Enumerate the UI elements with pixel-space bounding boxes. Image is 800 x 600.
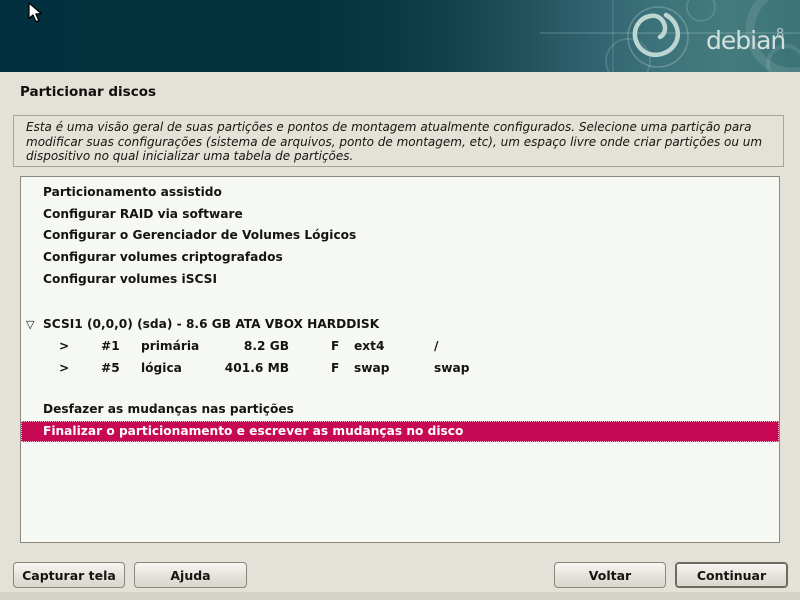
list-item-configure-encrypted[interactable]: Configurar volumes criptografados — [21, 250, 779, 270]
brand-logo-text: debian — [706, 26, 785, 56]
list-item-configure-iscsi[interactable]: Configurar volumes iSCSI — [21, 272, 779, 292]
list-item-partition-5[interactable]: > #5 lógica 401.6 MB F swap swap — [21, 361, 779, 381]
partition-size: 8.2 GB — [179, 339, 289, 354]
continue-button[interactable]: Continuar — [675, 562, 788, 588]
list-item-finish-partitioning[interactable]: Finalizar o particionamento e escrever a… — [21, 421, 779, 442]
partition-marker-icon: > — [59, 361, 69, 376]
partition-flag: F — [331, 339, 339, 354]
installer-window: debian 8 Particionar discos Esta é uma v… — [0, 0, 800, 600]
list-item-undo-changes[interactable]: Desfazer as mudanças nas partições — [21, 402, 779, 422]
brand-version: 8 — [776, 27, 784, 42]
list-item-configure-lvm[interactable]: Configurar o Gerenciador de Volumes Lógi… — [21, 228, 779, 248]
description-box: Esta é uma visão geral de suas partições… — [13, 115, 784, 167]
list-item-assisted-partitioning[interactable]: Particionamento assistido — [21, 185, 779, 205]
back-button[interactable]: Voltar — [554, 562, 666, 588]
partition-filesystem: ext4 — [354, 339, 384, 354]
help-button[interactable]: Ajuda — [134, 562, 247, 588]
partition-list: Particionamento assistido Configurar RAI… — [20, 176, 780, 543]
partition-filesystem: swap — [354, 361, 389, 376]
header-banner: debian 8 — [0, 0, 800, 72]
partition-flag: F — [331, 361, 339, 376]
partition-number: #5 — [101, 361, 120, 376]
page-title: Particionar discos — [20, 84, 156, 100]
partition-size: 401.6 MB — [179, 361, 289, 376]
partition-marker-icon: > — [59, 339, 69, 354]
description-text: Esta é uma visão geral de suas partições… — [26, 120, 776, 164]
partition-type: lógica — [141, 361, 182, 376]
disk-label: SCSI1 (0,0,0) (sda) - 8.6 GB ATA VBOX HA… — [43, 317, 379, 332]
list-item-disk-sda[interactable]: ▽ SCSI1 (0,0,0) (sda) - 8.6 GB ATA VBOX … — [21, 317, 779, 337]
list-item-partition-1[interactable]: > #1 primária 8.2 GB F ext4 / — [21, 339, 779, 359]
list-item-configure-raid[interactable]: Configurar RAID via software — [21, 207, 779, 227]
screenshot-button[interactable]: Capturar tela — [13, 562, 125, 588]
partition-mountpoint: swap — [434, 361, 469, 376]
expand-triangle-icon[interactable]: ▽ — [26, 317, 34, 332]
mouse-cursor-icon — [28, 2, 45, 23]
footer-strip — [0, 592, 800, 600]
partition-number: #1 — [101, 339, 120, 354]
partition-mountpoint: / — [434, 339, 438, 354]
